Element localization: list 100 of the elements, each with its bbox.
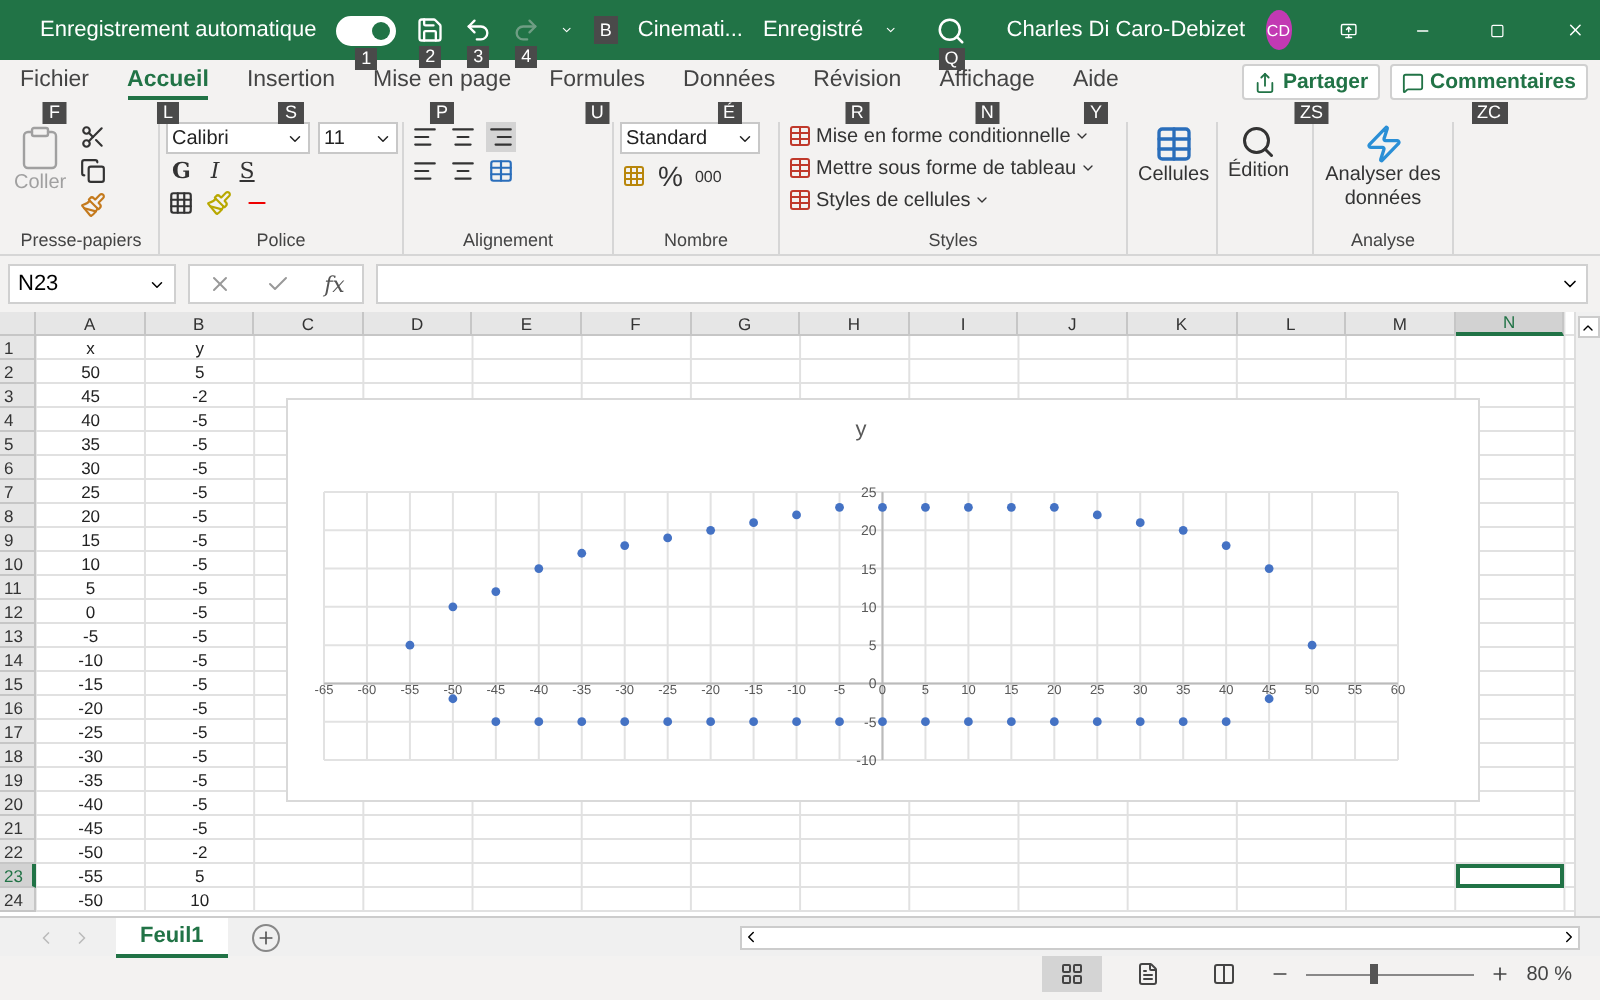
row-header[interactable]: 20 <box>0 792 36 816</box>
table-cell-text: 45 <box>79 384 103 408</box>
bold-button[interactable]: G <box>166 158 197 184</box>
styles-menu-button[interactable]: Mettre sous forme de tableau <box>786 154 1099 182</box>
share-button[interactable]: Partager <box>1242 64 1381 100</box>
keytip-badge: ZS <box>1293 102 1329 124</box>
styles-menu-button[interactable]: Mise en forme conditionnelle <box>786 122 1099 150</box>
column-header[interactable]: I <box>909 312 1019 336</box>
column-header[interactable]: M <box>1346 312 1456 336</box>
table-cell-text: -5 <box>81 624 101 648</box>
row-header[interactable]: 1 <box>0 336 36 360</box>
thousands-button[interactable]: 000 <box>692 165 724 187</box>
table-cell-text: 5 <box>193 864 207 888</box>
table-cell-text: 30 <box>79 456 103 480</box>
table-cell-text: -5 <box>190 504 210 528</box>
keytip-badge: É <box>717 102 742 124</box>
column-header[interactable]: A <box>36 312 146 336</box>
row-header[interactable]: 4 <box>0 408 36 432</box>
row-header[interactable]: 9 <box>0 528 36 552</box>
font-size-field[interactable]: 11 <box>318 122 398 154</box>
row-header[interactable]: 18 <box>0 744 36 768</box>
italic-button[interactable]: I <box>204 158 226 184</box>
underline-button[interactable]: S <box>233 158 261 184</box>
table-cell-text: x <box>84 336 97 360</box>
row-header[interactable]: 21 <box>0 816 36 840</box>
table-cell-text: -5 <box>190 696 210 720</box>
sheet-tab[interactable]: Feuil1 <box>116 917 228 957</box>
row-header[interactable]: 12 <box>0 600 36 624</box>
ribbon-tab[interactable]: Aide <box>1072 64 1119 100</box>
ribbon-tab[interactable]: Insertion <box>246 64 336 100</box>
table-cell-text: -5 <box>190 552 210 576</box>
row-header[interactable]: 19 <box>0 768 36 792</box>
editing-button[interactable]: Édition <box>1224 122 1294 186</box>
row-header[interactable]: 13 <box>0 624 36 648</box>
row-header[interactable]: 15 <box>0 672 36 696</box>
group-label: Presse-papiers <box>18 230 144 254</box>
table-cell-text: -25 <box>76 720 105 744</box>
table-cell-text: -45 <box>76 816 105 840</box>
row-header[interactable]: 11 <box>0 576 36 600</box>
row-header[interactable]: 23 <box>0 864 36 888</box>
analyze-data-button[interactable]: Analyser des données <box>1320 122 1446 214</box>
row-header[interactable]: 7 <box>0 480 36 504</box>
table-cell-text: -5 <box>190 672 210 696</box>
ribbon-tab[interactable]: Mise en page <box>373 64 512 100</box>
table-cell-text: -40 <box>76 792 105 816</box>
number-format-field[interactable]: Standard <box>620 122 760 154</box>
ribbon-tab[interactable]: Affichage <box>939 64 1035 100</box>
table-cell-text: -50 <box>76 840 105 864</box>
name-box[interactable]: N23 <box>8 264 176 304</box>
save-status: Enregistré <box>762 18 864 42</box>
column-header[interactable]: E <box>472 312 582 336</box>
column-header[interactable]: K <box>1127 312 1238 336</box>
comments-button[interactable]: Commentaires <box>1390 64 1588 100</box>
keytip-badge: Y <box>1083 102 1108 124</box>
font-name-field[interactable]: Calibri <box>166 122 310 154</box>
column-header[interactable]: L <box>1237 312 1347 336</box>
keytip-badge: F <box>43 102 66 124</box>
column-header[interactable]: B <box>145 312 255 336</box>
column-header[interactable]: J <box>1018 312 1128 336</box>
row-header[interactable]: 16 <box>0 696 36 720</box>
row-header[interactable]: 17 <box>0 720 36 744</box>
table-cell-text: y <box>193 336 207 360</box>
ribbon-tab[interactable]: Fichier <box>20 64 90 100</box>
insert-function-button[interactable]: fx <box>324 271 345 297</box>
ribbon-tab[interactable]: Données <box>683 64 776 100</box>
column-header[interactable]: C <box>254 312 364 336</box>
row-header[interactable]: 10 <box>0 552 36 576</box>
row-header[interactable]: 5 <box>0 432 36 456</box>
column-header[interactable]: D <box>363 312 473 336</box>
table-cell-text: -5 <box>190 624 210 648</box>
table-cell-text: -5 <box>190 816 210 840</box>
row-header[interactable]: 14 <box>0 648 36 672</box>
column-header[interactable]: H <box>800 312 910 336</box>
table-cell-text: -5 <box>190 720 210 744</box>
row-header[interactable]: 3 <box>0 384 36 408</box>
table-cell-text: 10 <box>188 888 212 912</box>
file-name[interactable]: Cinemati... <box>637 18 743 42</box>
row-header[interactable]: 24 <box>0 888 36 912</box>
ribbon-tab[interactable]: Formules <box>549 64 646 100</box>
table-cell-text: -35 <box>76 768 105 792</box>
styles-menu-button[interactable]: Styles de cellules <box>786 186 1099 214</box>
column-header[interactable]: N <box>1455 312 1565 336</box>
keytip-badge: U <box>584 102 610 124</box>
table-cell-text: -30 <box>76 744 105 768</box>
row-header[interactable]: 2 <box>0 360 36 384</box>
keytip-badge: P <box>430 102 455 124</box>
column-header[interactable]: G <box>691 312 801 336</box>
ribbon-tab[interactable]: Révision <box>813 64 902 100</box>
user-avatar[interactable]: CD <box>1265 10 1292 50</box>
row-header[interactable]: 6 <box>0 456 36 480</box>
cells-button[interactable]: Cellules <box>1134 122 1214 190</box>
keytip-badge: R <box>844 102 870 124</box>
row-header[interactable]: 22 <box>0 840 36 864</box>
table-cell-text: 50 <box>79 360 103 384</box>
group-label: Nombre <box>661 230 730 254</box>
row-header[interactable]: 8 <box>0 504 36 528</box>
percent-button[interactable]: % <box>656 158 685 194</box>
table-cell-text: 40 <box>79 408 103 432</box>
group-label: Police <box>254 230 308 254</box>
column-header[interactable]: F <box>581 312 692 336</box>
